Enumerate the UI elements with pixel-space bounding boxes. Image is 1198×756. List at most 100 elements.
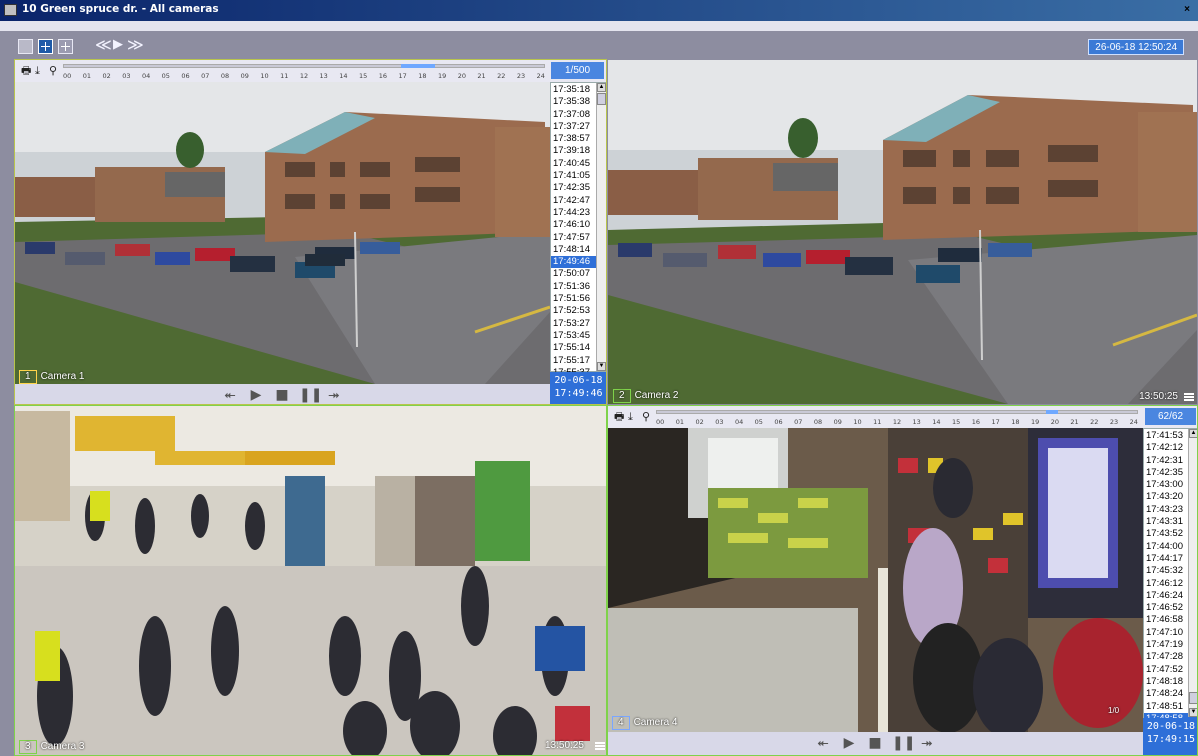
layout-3x3-button[interactable] bbox=[58, 39, 73, 54]
timeline-tick: 09 bbox=[240, 72, 249, 80]
timeline-tick: 22 bbox=[1090, 418, 1099, 426]
camera-label: 1 Camera 1 bbox=[19, 370, 84, 384]
rewind-icon[interactable]: ≪ bbox=[95, 36, 112, 54]
layout-1x1-button[interactable] bbox=[18, 39, 33, 54]
camera-4-video[interactable] bbox=[608, 428, 1143, 732]
fast-forward-button[interactable]: ⯮ bbox=[918, 735, 936, 751]
archive-time: 17:49:46 bbox=[554, 388, 603, 399]
timeline-tick: 02 bbox=[102, 72, 111, 80]
menu-icon[interactable] bbox=[595, 742, 605, 750]
live-time: 13:50:25 bbox=[545, 740, 584, 751]
timeline-tick: 06 bbox=[774, 418, 783, 426]
download-icon[interactable]: ⤓ bbox=[35, 65, 47, 77]
close-icon[interactable]: × bbox=[1180, 3, 1194, 17]
pause-button[interactable]: ❚❚ bbox=[892, 735, 915, 751]
camera-pane-3[interactable]: 3 Camera 3 13:50:25 bbox=[14, 405, 607, 756]
play-icon[interactable]: ▶ bbox=[113, 36, 123, 54]
live-time: 13:50:25 bbox=[1139, 391, 1178, 402]
archive-datetime: 20-06-18 17:49:15 bbox=[1143, 718, 1197, 755]
timeline-tick: 16 bbox=[378, 72, 388, 80]
camera-2-video[interactable] bbox=[608, 60, 1197, 404]
scroll-down-icon[interactable]: ▼ bbox=[597, 362, 606, 371]
camera-label: 2 Camera 2 bbox=[613, 389, 678, 403]
timeline-tick: 18 bbox=[418, 72, 427, 80]
scroll-down-icon[interactable]: ▼ bbox=[1189, 708, 1197, 717]
timeline-tick: 14 bbox=[339, 72, 348, 80]
timeline-tick: 10 bbox=[853, 418, 862, 426]
timeline-tick: 23 bbox=[516, 72, 526, 80]
stop-button[interactable]: ■ bbox=[866, 735, 884, 751]
timeline-tick: 08 bbox=[813, 418, 823, 426]
timeline-tick: 10 bbox=[260, 72, 269, 80]
timeline-tick: 11 bbox=[873, 418, 882, 426]
timeline-tick: 09 bbox=[833, 418, 842, 426]
camera-name: Camera 1 bbox=[40, 371, 85, 382]
camera-label: 3 Camera 3 bbox=[19, 740, 84, 754]
timeline-tick: 14 bbox=[932, 418, 941, 426]
timeline-tick: 07 bbox=[794, 418, 803, 426]
scroll-thumb[interactable] bbox=[597, 93, 606, 105]
layout-2x2-button[interactable] bbox=[38, 39, 53, 54]
scroll-up-icon[interactable]: ▲ bbox=[1189, 429, 1197, 438]
camera-name: Camera 4 bbox=[633, 717, 678, 728]
camera-pane-2[interactable]: 2 Camera 2 13:50:25 bbox=[607, 59, 1198, 405]
search-icon[interactable]: ⚲ bbox=[642, 411, 654, 423]
timeline-tick: 21 bbox=[1070, 418, 1079, 426]
forward-icon[interactable]: ≫ bbox=[127, 36, 144, 54]
rewind-button[interactable]: ⯬ bbox=[221, 387, 239, 403]
datetime-display: 26-06-18 12:50:24 bbox=[1088, 39, 1184, 55]
menu-icon[interactable] bbox=[1184, 393, 1194, 401]
camera-number: 4 bbox=[612, 716, 630, 730]
play-button[interactable]: ▶ bbox=[840, 735, 858, 751]
app-icon bbox=[4, 4, 17, 16]
archive-datetime: 20-06-18 17:49:46 bbox=[550, 372, 606, 404]
timeline-tick: 15 bbox=[359, 72, 368, 80]
play-button[interactable]: ▶ bbox=[247, 387, 265, 403]
camera-number: 3 bbox=[19, 740, 37, 754]
rewind-button[interactable]: ⯬ bbox=[814, 735, 832, 751]
timeline-tick: 01 bbox=[82, 72, 92, 80]
main-toolbar: ≪ ▶ ≫ 26-06-18 12:50:24 bbox=[0, 31, 1198, 59]
print-icon[interactable]: 🖶 bbox=[21, 65, 33, 77]
timeline-tick: 03 bbox=[122, 72, 131, 80]
timeline-tick: 13 bbox=[319, 72, 328, 80]
timeline-scale[interactable]: 00 01 02 03 04 05 06 07 08 09 10 11 12 13 14 15 16 17 18 19… bbox=[63, 63, 545, 80]
camera-label: 4 Camera 4 bbox=[612, 716, 677, 730]
menu-strip bbox=[0, 21, 1198, 31]
timeline-tick: 12 bbox=[299, 72, 309, 80]
timeline-tick: 04 bbox=[141, 72, 151, 80]
download-icon[interactable]: ⤓ bbox=[628, 411, 640, 423]
camera-pane-1[interactable]: 🖶 ⤓ ⚲ 00 01 02 03 04 05 06 07 08 09 10 11 12 13 14 15 16… bbox=[14, 59, 607, 405]
archive-toolbar: 🖶 ⤓ ⚲ 00 01 02 03 04 05 06 07 08 09 10 11 12 13 14 15 16… bbox=[15, 60, 606, 82]
archive-time-list[interactable]: 17:35:18 17:35:38 17:37:08 17:37:27 17:38:57… bbox=[550, 82, 606, 390]
time-list-scrollbar[interactable]: ▲ ▼ bbox=[596, 83, 606, 371]
scroll-thumb[interactable] bbox=[1189, 692, 1197, 704]
frame-counter: 1/500 bbox=[551, 62, 604, 79]
timeline-ticks: 00 01 02 03 04 05 06 07 08 09 10 11 12 13 14 15 16 17 18 19… bbox=[63, 72, 545, 80]
timeline-tick: 06 bbox=[181, 72, 190, 80]
camera-name: Camera 3 bbox=[40, 741, 85, 752]
pause-button[interactable]: ❚❚ bbox=[299, 387, 322, 403]
archive-time-list[interactable]: 17:41:53 17:42:12 17:42:31 17:42:35 17:43:00… bbox=[1143, 428, 1197, 726]
camera-1-video[interactable] bbox=[15, 82, 550, 384]
timeline-tick: 17 bbox=[398, 72, 407, 80]
timeline-tick: 23 bbox=[1109, 418, 1119, 426]
timeline-tick: 12 bbox=[892, 418, 902, 426]
timeline-tick: 16 bbox=[971, 418, 981, 426]
camera-name: Camera 2 bbox=[634, 390, 679, 401]
timeline-ticks: 00 01 02 03 04 05 06 07 08 09 10 11 12 13 14 15 16 17 18 19… bbox=[656, 418, 1138, 426]
timeline-tick: 05 bbox=[161, 72, 170, 80]
fast-forward-button[interactable]: ⯮ bbox=[325, 387, 343, 403]
overlay-fraction: 1/0 bbox=[1108, 706, 1120, 715]
timeline-tick: 21 bbox=[477, 72, 486, 80]
print-icon[interactable]: 🖶 bbox=[614, 411, 626, 423]
timeline-scale[interactable]: 00 01 02 03 04 05 06 07 08 09 10 11 12 13 14 15 16 17 18 19… bbox=[656, 409, 1138, 426]
timeline-tick: 17 bbox=[991, 418, 1000, 426]
time-list-scrollbar[interactable]: ▲ ▼ bbox=[1188, 429, 1197, 717]
scroll-up-icon[interactable]: ▲ bbox=[597, 83, 606, 92]
stop-button[interactable]: ■ bbox=[273, 387, 291, 403]
camera-3-video[interactable] bbox=[15, 406, 607, 756]
search-icon[interactable]: ⚲ bbox=[49, 65, 61, 77]
timeline-tick: 24 bbox=[1129, 418, 1138, 426]
camera-pane-4[interactable]: 🖶 ⤓ ⚲ 00 01 02 03 04 05 06 07 08 09 10 11 12 13 14 15 16… bbox=[607, 405, 1198, 756]
